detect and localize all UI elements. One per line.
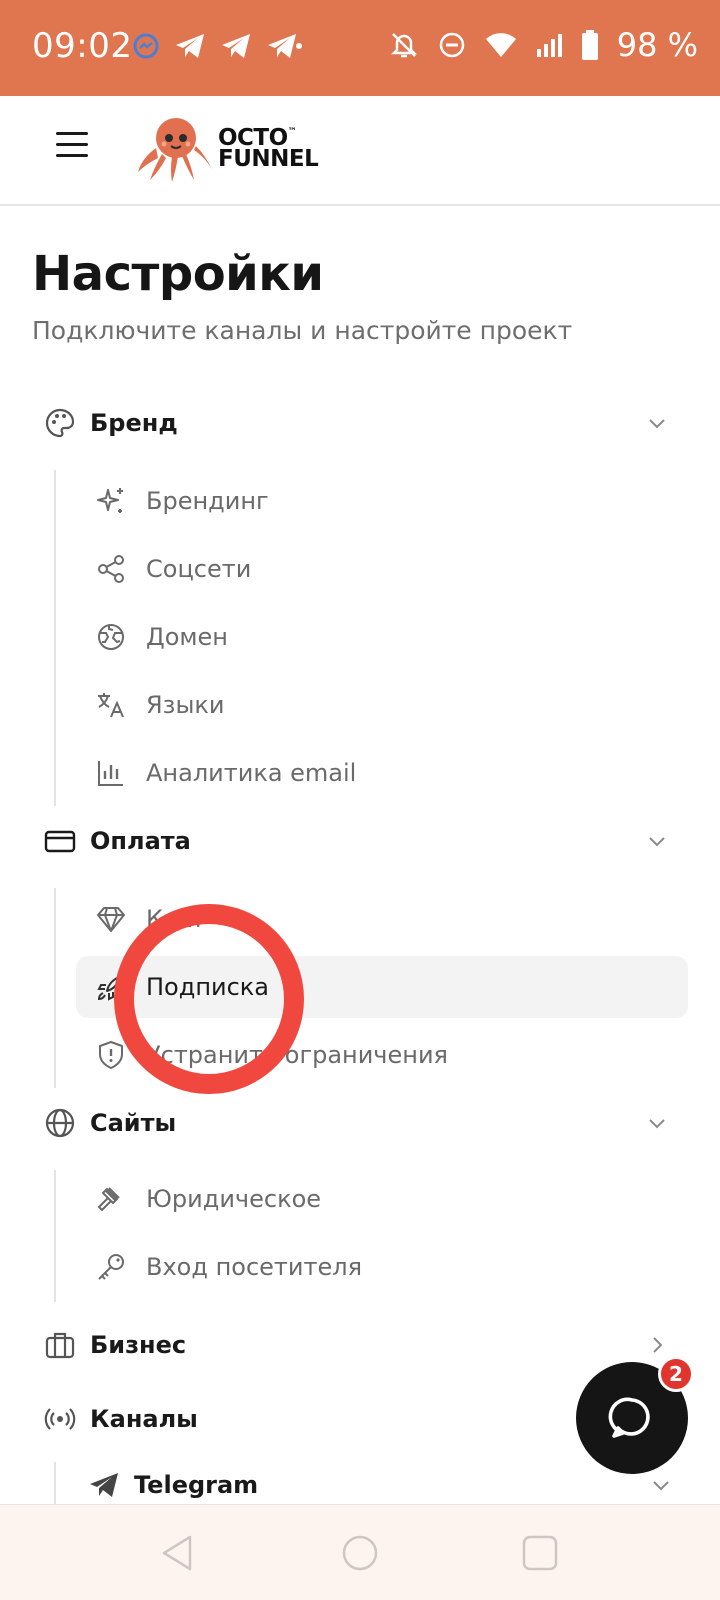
signal-icon [536, 34, 562, 57]
nav-item-socials[interactable]: Соцсети [76, 538, 688, 600]
section-business-label: Бизнес [90, 1331, 187, 1359]
subsection-telegram-label: Telegram [134, 1471, 259, 1499]
globe-grid-icon [94, 620, 128, 654]
wifi-icon [485, 33, 516, 57]
nav-item-languages[interactable]: Языки [76, 674, 688, 736]
page-title: Настройки [32, 246, 324, 302]
tree-line [54, 1462, 56, 1504]
briefcase-icon [44, 1329, 76, 1361]
chevron-down-icon [653, 1481, 669, 1491]
tree-line [54, 1170, 56, 1302]
status-bar: 09:02 98 % [0, 0, 720, 96]
translate-icon [94, 688, 128, 722]
section-sites[interactable]: Сайты [44, 1100, 684, 1146]
shield-alert-icon [94, 1038, 128, 1072]
bar-chart-icon [94, 756, 128, 790]
section-brand[interactable]: Бренд [44, 400, 684, 446]
nav-item-label: Аналитика email [146, 759, 357, 787]
chat-badge: 2 [658, 1356, 694, 1392]
battery-percent: 98 % [616, 26, 698, 64]
logo-wordmark: OCTO™ FUNNEL [218, 126, 319, 172]
nav-item-domain[interactable]: Домен [76, 606, 688, 668]
do-not-disturb-icon [439, 32, 464, 58]
section-payment[interactable]: Оплата [44, 818, 684, 864]
logo-trademark: ™ [287, 126, 297, 137]
key-icon [94, 1250, 128, 1284]
highlight-ring [114, 904, 304, 1094]
chevron-down-icon [649, 419, 665, 429]
messenger-icon [133, 33, 159, 59]
telegram-icon [222, 34, 250, 58]
nav-item-label: Юридическое [146, 1185, 322, 1213]
nav-item-branding[interactable]: Брендинг [76, 470, 688, 532]
tree-line [54, 888, 56, 1088]
diamond-icon [94, 902, 128, 936]
nav-item-visitor-login[interactable]: Вход посетителя [76, 1236, 688, 1298]
section-sites-label: Сайты [90, 1109, 177, 1137]
page-subtitle: Подключите каналы и настройте проект [32, 316, 573, 345]
sparkles-icon [94, 484, 128, 518]
nav-item-email-analytics[interactable]: Аналитика email [76, 742, 688, 804]
nav-item-label: Языки [146, 691, 225, 719]
chevron-down-icon [649, 837, 665, 847]
telegram-icon [176, 34, 204, 58]
chevron-down-icon [649, 1119, 665, 1129]
palette-icon [44, 407, 76, 439]
chat-bubble-icon [608, 1397, 650, 1438]
subsection-telegram[interactable]: Telegram [88, 1462, 688, 1508]
logo-line-2: FUNNEL [218, 146, 319, 172]
octopus-logo-icon [138, 118, 212, 182]
broadcast-icon [44, 1403, 76, 1435]
nav-item-label: Брендинг [146, 487, 269, 515]
section-business[interactable]: Бизнес [44, 1322, 684, 1368]
notification-icons [132, 32, 302, 60]
telegram-icon [90, 1473, 118, 1497]
app-header: OCTO™ FUNNEL [0, 96, 720, 206]
nav-item-label: Домен [146, 623, 228, 651]
nav-item-label: Соцсети [146, 555, 252, 583]
octofunnel-logo[interactable]: OCTO™ FUNNEL [136, 114, 319, 184]
status-time: 09:02 [32, 26, 133, 66]
chevron-right-icon [653, 1337, 663, 1353]
menu-button[interactable] [56, 132, 96, 172]
credit-card-icon [44, 825, 76, 857]
nav-item-legal[interactable]: Юридическое [76, 1168, 688, 1230]
recents-icon[interactable] [520, 1533, 560, 1573]
system-icons: 98 % [389, 26, 698, 64]
home-icon[interactable] [340, 1533, 380, 1573]
nav-item-label: Вход посетителя [146, 1253, 363, 1281]
gavel-icon [94, 1182, 128, 1216]
battery-icon [581, 30, 598, 60]
bell-off-icon [390, 33, 417, 58]
share-icon [94, 552, 128, 586]
section-payment-label: Оплата [90, 827, 191, 855]
tree-line [54, 470, 56, 806]
section-brand-label: Бренд [90, 409, 178, 437]
back-icon[interactable] [158, 1533, 198, 1573]
section-channels-label: Каналы [90, 1405, 198, 1433]
globe-icon [44, 1107, 76, 1139]
system-nav-bar [0, 1504, 720, 1600]
telegram-icon [268, 34, 302, 58]
